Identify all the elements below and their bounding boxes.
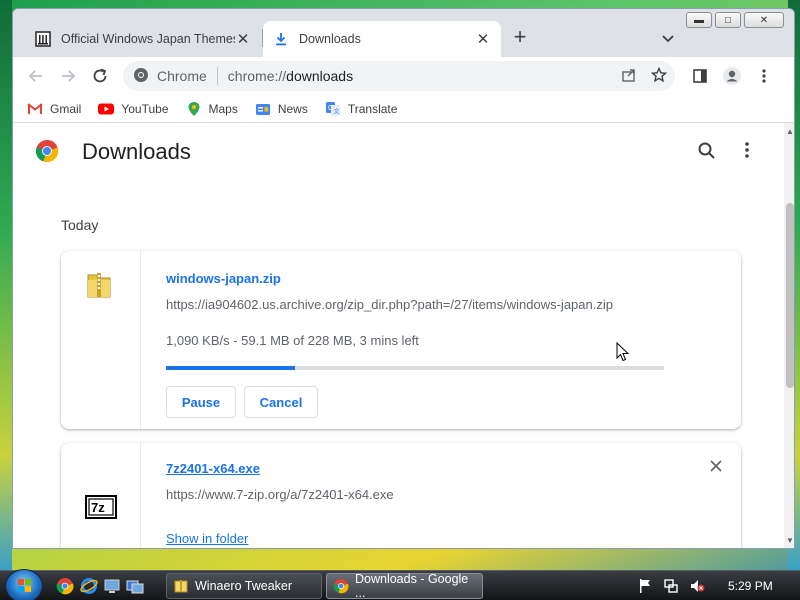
- desktop-background-left: [0, 0, 12, 570]
- network-icon[interactable]: [662, 577, 680, 595]
- search-icon[interactable]: [697, 141, 717, 161]
- back-icon[interactable]: [25, 65, 47, 87]
- windows-logo-icon: [18, 579, 31, 592]
- download-progress-bar: [166, 366, 664, 370]
- address-actions: [621, 66, 668, 86]
- zip-folder-icon: [85, 269, 113, 302]
- scroll-up-icon[interactable]: ▲: [784, 127, 794, 137]
- reload-icon[interactable]: [89, 65, 111, 87]
- bookmark-label: Maps: [208, 101, 238, 116]
- taskbar: Winaero Tweaker Downloads - Google ... 5…: [0, 569, 800, 600]
- tab-windows-japan-themes[interactable]: Official Windows Japan Themes a ✕: [25, 21, 261, 57]
- volume-muted-icon[interactable]: [688, 577, 706, 595]
- internet-explorer-icon[interactable]: [80, 577, 98, 595]
- close-window-button[interactable]: ✕: [744, 12, 784, 28]
- page-scrollbar[interactable]: ▲ ▼: [784, 123, 794, 548]
- maps-icon: [186, 101, 202, 116]
- bookmark-translate[interactable]: G文 Translate: [325, 101, 398, 116]
- switch-windows-icon[interactable]: [126, 577, 144, 595]
- start-button[interactable]: [5, 569, 43, 600]
- address-bar[interactable]: Chrome chrome:// downloads: [123, 61, 675, 91]
- file-name[interactable]: 7z2401-x64.exe: [166, 461, 260, 476]
- bookmarks-bar: Gmail YouTube Maps News G文 Translate: [13, 95, 794, 123]
- url-scheme: chrome://: [227, 68, 287, 84]
- bookmark-label: YouTube: [121, 101, 169, 116]
- progress-fill: [166, 366, 295, 370]
- bookmark-label: Translate: [347, 101, 398, 116]
- file-url[interactable]: https://ia904602.us.archive.org/zip_dir.…: [166, 297, 613, 312]
- more-options-icon[interactable]: [744, 141, 758, 161]
- bookmark-label: News: [277, 101, 308, 116]
- bookmark-youtube[interactable]: YouTube: [98, 101, 169, 116]
- 7zip-icon: 7z: [85, 495, 117, 522]
- download-status: 1,090 KB/s - 59.1 MB of 228 MB, 3 mins l…: [166, 333, 419, 348]
- system-clock: 5:29 PM: [728, 579, 773, 593]
- page-title: Downloads: [82, 139, 191, 164]
- date-section-header: Today: [61, 217, 99, 233]
- file-url[interactable]: https://www.7-zip.org/a/7z2401-x64.exe: [166, 487, 394, 502]
- taskbar-item-winaero-tweaker[interactable]: Winaero Tweaker: [166, 573, 322, 599]
- bookmark-news[interactable]: News: [255, 102, 308, 116]
- chrome-site-icon: [133, 67, 149, 86]
- maximize-button[interactable]: □: [715, 12, 741, 28]
- tab-strip: ▬ □ ✕ Official Windows Japan Themes a ✕ …: [13, 9, 794, 57]
- download-item: windows-japan.zip https://ia904602.us.ar…: [61, 251, 741, 429]
- taskbar-item-label: Downloads - Google ...: [355, 572, 469, 600]
- folder-icon: [173, 578, 189, 594]
- new-tab-button[interactable]: +: [508, 26, 532, 48]
- taskbar-item-label: Winaero Tweaker: [195, 579, 293, 593]
- mouse-cursor-icon: [616, 341, 630, 362]
- svg-text:7z: 7z: [91, 500, 105, 515]
- youtube-icon: [98, 102, 115, 116]
- file-icon-column: 7z: [61, 443, 141, 548]
- address-separator: [216, 67, 218, 85]
- tab-title: Official Windows Japan Themes a: [61, 32, 235, 46]
- chrome-quicklaunch-icon[interactable]: [56, 577, 74, 595]
- site-label: Chrome: [157, 68, 207, 84]
- kebab-menu-icon[interactable]: [753, 65, 775, 87]
- news-icon: [255, 102, 271, 116]
- svg-text:文: 文: [333, 107, 339, 115]
- scroll-thumb[interactable]: [786, 203, 794, 388]
- bookmark-star-icon[interactable]: [650, 66, 668, 86]
- remove-from-list-icon[interactable]: [709, 459, 723, 473]
- scroll-down-icon[interactable]: ▼: [784, 536, 794, 546]
- browser-window: ▬ □ ✕ Official Windows Japan Themes a ✕ …: [12, 8, 795, 549]
- downloads-page: Downloads Today windows-japan.zip https:…: [13, 123, 784, 548]
- tab-title: Downloads: [299, 32, 361, 46]
- show-in-folder-link[interactable]: Show in folder: [166, 531, 248, 546]
- share-icon[interactable]: [621, 67, 637, 86]
- profile-avatar-icon[interactable]: [721, 65, 743, 87]
- cancel-button[interactable]: Cancel: [244, 386, 318, 418]
- bookmark-gmail[interactable]: Gmail: [27, 102, 81, 116]
- pause-button[interactable]: Pause: [166, 386, 236, 418]
- close-tab-icon[interactable]: ✕: [475, 30, 491, 48]
- chrome-logo-icon: [35, 139, 59, 163]
- bookmark-maps[interactable]: Maps: [186, 101, 238, 116]
- museum-icon: [35, 31, 51, 47]
- show-desktop-icon[interactable]: [103, 577, 121, 595]
- window-controls: ▬ □ ✕: [686, 12, 784, 28]
- file-name[interactable]: windows-japan.zip: [166, 271, 281, 286]
- download-icon: [273, 31, 289, 47]
- gmail-icon: [27, 102, 43, 116]
- chevron-down-icon[interactable]: [659, 29, 677, 47]
- tab-downloads[interactable]: Downloads ✕: [263, 21, 501, 57]
- minimize-button[interactable]: ▬: [686, 12, 712, 28]
- toolbar: Chrome chrome:// downloads: [13, 57, 794, 95]
- download-item: 7z 7z2401-x64.exe https://www.7-zip.org/…: [61, 443, 741, 548]
- file-icon-column: [61, 251, 141, 429]
- side-panel-icon[interactable]: [689, 65, 711, 87]
- chrome-icon: [333, 578, 349, 594]
- action-center-flag-icon[interactable]: [636, 577, 654, 595]
- url-path: downloads: [286, 68, 354, 84]
- translate-icon: G文: [325, 101, 341, 116]
- bookmark-label: Gmail: [50, 101, 82, 116]
- system-tray: [636, 571, 800, 600]
- forward-icon[interactable]: [57, 65, 79, 87]
- taskbar-item-chrome-downloads[interactable]: Downloads - Google ...: [326, 572, 483, 600]
- close-tab-icon[interactable]: ✕: [235, 30, 251, 48]
